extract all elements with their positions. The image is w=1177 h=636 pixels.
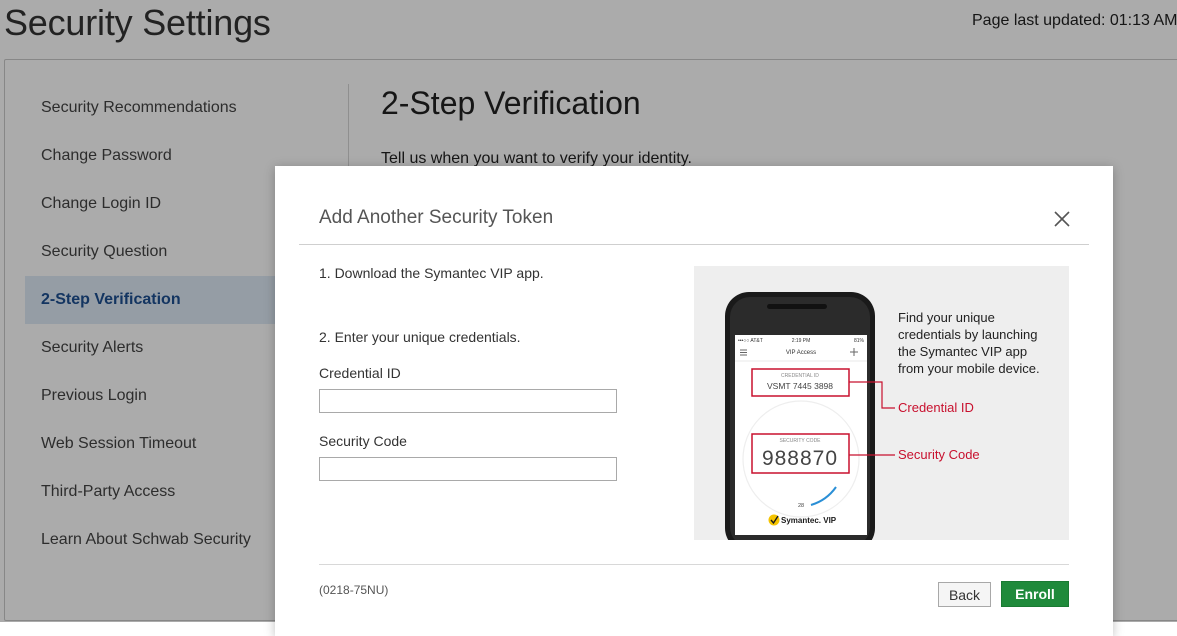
illustration-description-line-2: credentials by launching [898,327,1037,342]
modal-title: Add Another Security Token [319,207,554,228]
illustration-description-line-4: from your mobile device. [898,361,1040,376]
phone-app-title: VIP Access [786,350,816,356]
phone-credential-value: VSMT 7445 3898 [767,381,833,391]
phone-code-caption: SECURITY CODE [779,438,821,444]
modal-header-divider [299,244,1089,245]
step-1-text: 1. Download the Symantec VIP app. [319,265,544,281]
illustration-description-line-3: the Symantec VIP app [898,344,1027,359]
security-code-input[interactable] [319,457,617,481]
footer-reference-code: (0218-75NU) [319,583,389,597]
close-icon[interactable] [1051,208,1073,230]
security-code-callout-label: Security Code [898,447,980,462]
modal-footer-divider [319,564,1069,565]
phone-status-battery: 81% [854,338,865,344]
phone-status-time: 2:19 PM [792,338,811,344]
credential-id-input[interactable] [319,389,617,413]
symantec-vip-illustration: •••○○ AT&T 2:19 PM 81% VIP Access CREDEN… [694,266,1069,552]
symantec-checkmark-logo [768,514,780,526]
back-button[interactable]: Back [938,582,991,607]
add-security-token-modal: Add Another Security Token 1. Download t… [275,166,1113,636]
credential-id-callout-label: Credential ID [898,400,974,415]
security-code-label: Security Code [319,433,407,449]
phone-credential-caption: CREDENTIAL ID [781,373,819,379]
phone-code-value: 988870 [762,447,838,470]
step-2-text: 2. Enter your unique credentials. [319,329,521,345]
enroll-button[interactable]: Enroll [1001,581,1069,607]
illustration-description-line-1: Find your unique [898,310,995,325]
phone-brand-text: Symantec. VIP [781,516,837,525]
credential-id-label: Credential ID [319,365,401,381]
phone-timer-value: 28 [798,503,804,509]
phone-status-carrier: •••○○ AT&T [738,338,763,344]
